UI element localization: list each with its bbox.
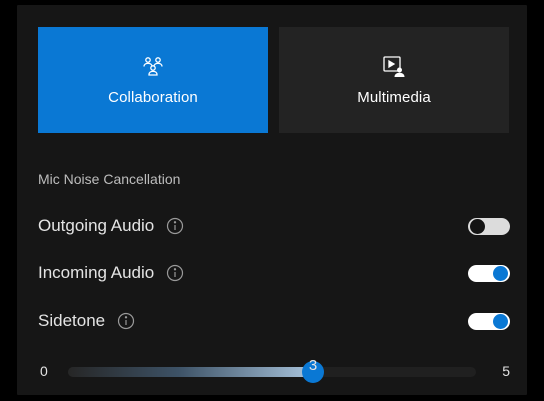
section-heading: Mic Noise Cancellation bbox=[38, 171, 181, 187]
setting-row-sidetone: Sidetone bbox=[38, 306, 510, 336]
tab-label: Multimedia bbox=[357, 88, 431, 106]
info-icon[interactable] bbox=[117, 312, 135, 330]
toggle-knob bbox=[470, 218, 485, 234]
outgoing-audio-toggle[interactable] bbox=[468, 217, 510, 235]
toggle-knob bbox=[493, 265, 508, 281]
sidetone-toggle[interactable] bbox=[468, 312, 510, 330]
setting-label: Outgoing Audio bbox=[38, 216, 155, 235]
collaboration-people-icon bbox=[143, 56, 163, 76]
audio-settings-panel: Collaboration Multimedia Mic Noise Cance… bbox=[17, 5, 527, 395]
setting-row-outgoing-audio: Outgoing Audio bbox=[38, 211, 510, 241]
toggle-knob bbox=[493, 313, 508, 329]
slider-max-label: 5 bbox=[502, 363, 510, 379]
tab-collaboration[interactable]: Collaboration bbox=[38, 27, 268, 133]
slider-track[interactable]: 3 bbox=[68, 357, 476, 383]
slider-fill bbox=[68, 367, 313, 377]
setting-row-incoming-audio: Incoming Audio bbox=[38, 258, 510, 288]
setting-label: Sidetone bbox=[38, 311, 106, 330]
info-icon[interactable] bbox=[166, 217, 184, 235]
slider-value-label: 3 bbox=[308, 357, 318, 374]
sidetone-slider: 0 3 5 bbox=[38, 343, 510, 389]
tab-multimedia[interactable]: Multimedia bbox=[279, 27, 509, 133]
setting-label: Incoming Audio bbox=[38, 263, 155, 282]
incoming-audio-toggle[interactable] bbox=[468, 264, 510, 282]
multimedia-presenter-icon bbox=[383, 55, 405, 77]
slider-min-label: 0 bbox=[40, 363, 48, 379]
info-icon[interactable] bbox=[166, 264, 184, 282]
tab-label: Collaboration bbox=[108, 88, 198, 106]
